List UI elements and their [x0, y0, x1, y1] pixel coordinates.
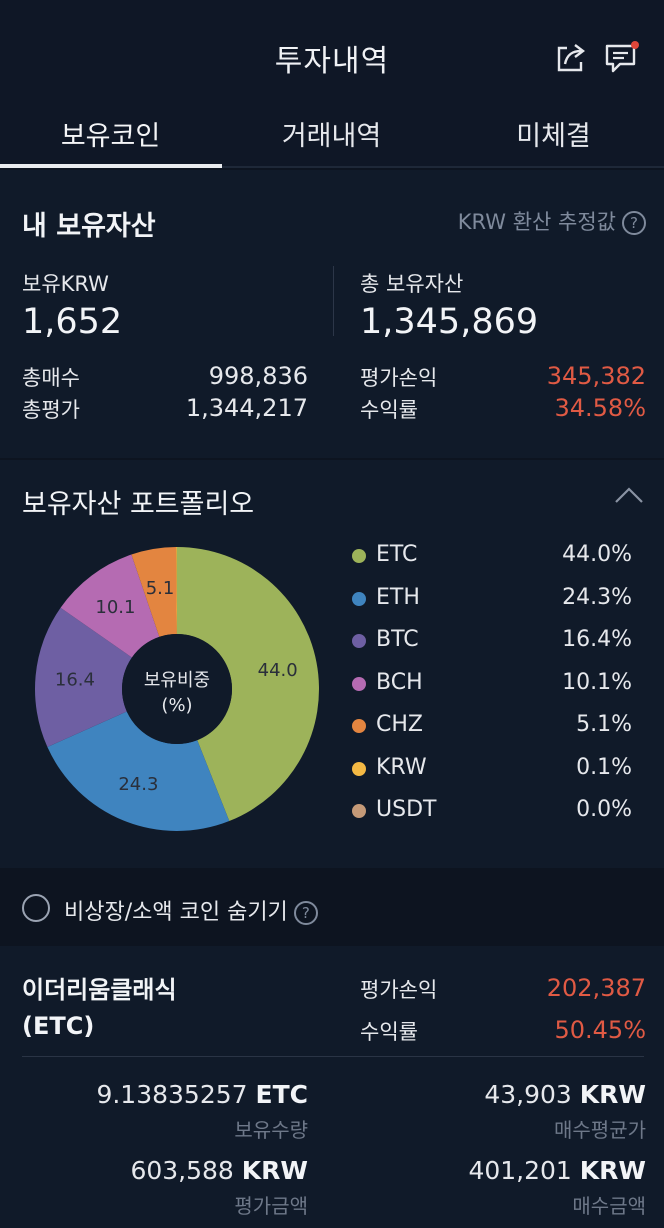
- holding-quantity-label: 보유수량: [234, 1118, 308, 1142]
- rate-value: 34.58%: [554, 394, 646, 422]
- tab-open-orders[interactable]: 미체결: [443, 114, 664, 153]
- eval-amount-label: 평가금액: [234, 1194, 308, 1218]
- buy-amount-label: 매수금액: [572, 1194, 646, 1218]
- legend-item-krw: KRW 0.1%: [350, 755, 640, 785]
- legend-name: ETH: [376, 584, 420, 610]
- legend-name: KRW: [376, 754, 427, 780]
- legend-percent: 44.0%: [562, 542, 632, 567]
- legend-color-dot: [352, 591, 366, 606]
- holding-rate-value: 50.45%: [554, 1016, 646, 1044]
- legend-percent: 10.1%: [562, 669, 632, 695]
- pie-slice-label: 24.3: [118, 774, 158, 795]
- coin-symbol: (ETC): [22, 1012, 95, 1040]
- avg-buy-price: 43,903 KRW: [350, 1080, 646, 1109]
- legend-color-dot: [352, 676, 366, 691]
- buy-amount-value: 401,201: [468, 1156, 572, 1185]
- eval-amount-unit: KRW: [241, 1156, 308, 1185]
- legend-percent: 24.3%: [562, 584, 632, 610]
- pl-label: 평가손익: [360, 366, 438, 390]
- total-buy-label: 총매수: [22, 366, 80, 390]
- holding-quantity: 9.13835257 ETC: [22, 1080, 308, 1109]
- tab-trade-history[interactable]: 거래내역: [221, 114, 442, 153]
- legend-name: USDT: [376, 797, 437, 822]
- eval-amount-value: 603,588: [130, 1156, 234, 1185]
- legend-item-chz: CHZ 5.1%: [350, 712, 640, 742]
- pie-slice-label: 16.4: [55, 669, 95, 690]
- total-eval-label: 총평가: [22, 398, 80, 422]
- holding-rate-label: 수익률: [360, 1020, 418, 1044]
- help-icon[interactable]: ?: [622, 211, 646, 235]
- pie-slice-label: 10.1: [95, 597, 135, 618]
- legend-item-btc: BTC 16.4%: [350, 627, 640, 657]
- legend-percent: 0.1%: [576, 754, 632, 780]
- divider: [333, 266, 334, 336]
- portfolio-section: 보유자산 포트폴리오 44.0 24.3 16.4 10.1 5.1 보유비중 (%) ET…: [0, 460, 664, 868]
- chevron-up-icon[interactable]: [614, 486, 644, 504]
- pie-slice-label: 5.1: [146, 578, 175, 599]
- legend-color-dot: [352, 761, 366, 776]
- avg-buy-price-unit: KRW: [579, 1080, 646, 1109]
- coin-name: 이더리움클래식 (ETC): [22, 972, 177, 1044]
- krw-label: 보유KRW: [22, 272, 109, 296]
- legend-percent: 0.0%: [576, 797, 632, 822]
- legend-item-eth: ETH 24.3%: [350, 585, 640, 615]
- tab-bar: 보유코인 거래내역 미체결: [0, 100, 664, 168]
- avg-buy-price-value: 43,903: [484, 1080, 572, 1109]
- holding-pl-value: 202,387: [546, 974, 646, 1002]
- hide-small-coins-text: 비상장/소액 코인 숨기기: [64, 900, 288, 925]
- donut-center-label: 보유비중: [144, 670, 210, 691]
- hide-small-coins-radio[interactable]: [22, 894, 50, 922]
- summary-title: 내 보유자산: [22, 211, 156, 242]
- donut-center-unit: (%): [161, 695, 192, 716]
- legend-color-dot: [352, 804, 366, 818]
- rate-label: 수익률: [360, 398, 418, 422]
- holding-pl-label: 평가손익: [360, 978, 438, 1002]
- legend-item-bch: BCH 10.1%: [350, 670, 640, 700]
- total-assets-value: 1,345,869: [360, 302, 539, 342]
- legend-percent: 5.1%: [576, 712, 632, 737]
- legend-name: BCH: [376, 669, 423, 695]
- holding-card[interactable]: 이더리움클래식 (ETC) 평가손익 202,387 수익률 50.45% 9.…: [0, 946, 664, 1228]
- legend-color-dot: [352, 634, 366, 648]
- share-icon[interactable]: [553, 40, 589, 76]
- pl-value: 345,382: [546, 362, 646, 390]
- krw-estimate-note: KRW 환산 추정값?: [458, 206, 646, 236]
- portfolio-donut-chart: 44.0 24.3 16.4 10.1 5.1 보유비중 (%): [35, 547, 319, 831]
- legend-item-usdt: USDT 0.0%: [350, 797, 640, 827]
- total-eval-value: 1,344,217: [185, 394, 308, 422]
- buy-amount: 401,201 KRW: [350, 1156, 646, 1185]
- eval-amount: 603,588 KRW: [22, 1156, 308, 1185]
- filter-row: 비상장/소액 코인 숨기기?: [0, 870, 664, 944]
- legend-item-etc: ETC 44.0%: [350, 542, 640, 572]
- krw-estimate-label: KRW 환산 추정값: [457, 210, 616, 234]
- portfolio-title: 보유자산 포트폴리오: [22, 489, 255, 520]
- tab-holdings[interactable]: 보유코인: [0, 114, 221, 153]
- tab-active-indicator: [0, 164, 222, 168]
- legend-name: BTC: [376, 627, 419, 652]
- legend-name: CHZ: [376, 712, 423, 737]
- total-assets-label: 총 보유자산: [360, 272, 464, 296]
- krw-value: 1,652: [22, 302, 123, 342]
- divider: [22, 1056, 644, 1057]
- legend-percent: 16.4%: [562, 627, 632, 652]
- asset-summary: 내 보유자산 KRW 환산 추정값? 보유KRW 1,652 총 보유자산 1,…: [0, 170, 664, 458]
- chat-icon[interactable]: [604, 40, 640, 76]
- total-buy-value: 998,836: [208, 362, 308, 390]
- legend-color-dot: [352, 549, 366, 563]
- legend-color-dot: [352, 719, 366, 733]
- avg-buy-price-label: 매수평균가: [554, 1118, 646, 1142]
- legend-name: ETC: [376, 542, 418, 567]
- buy-amount-unit: KRW: [579, 1156, 646, 1185]
- help-icon[interactable]: ?: [293, 901, 318, 925]
- coin-name-korean: 이더리움클래식: [22, 976, 177, 1004]
- pie-slice-label: 44.0: [258, 660, 298, 681]
- app-header: 투자내역: [0, 0, 664, 110]
- holding-quantity-value: 9.13835257: [96, 1080, 248, 1109]
- holding-quantity-unit: ETC: [255, 1080, 308, 1109]
- hide-small-coins-label: 비상장/소액 코인 숨기기?: [64, 894, 318, 926]
